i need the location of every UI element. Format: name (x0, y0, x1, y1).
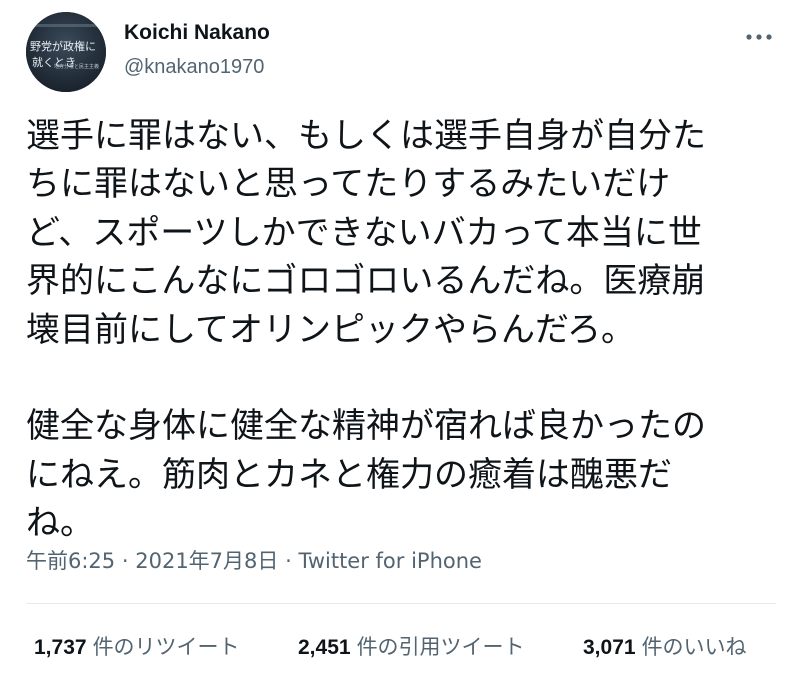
likes-label: 件のいいね (641, 635, 747, 659)
more-options-button[interactable] (744, 28, 774, 46)
meta-separator: · (285, 549, 292, 573)
quote-tweets-stat[interactable]: 2,451 件の引用ツイート (298, 630, 525, 665)
retweets-stat[interactable]: 1,737 件のリツイート (34, 630, 240, 665)
likes-count: 3,071 (583, 636, 636, 659)
avatar-subtitle: 地方分権と民主主義 (54, 63, 99, 70)
user-handle[interactable]: @knakano1970 (124, 52, 270, 82)
tweet-time-link[interactable]: 午前6:25 (26, 549, 115, 573)
meta-separator: · (121, 549, 129, 573)
author-info: Koichi Nakano @knakano1970 (124, 18, 270, 82)
avatar-image: 野党が政権に 就くとき 地方分権と民主主義 (26, 12, 106, 92)
tweet-source-link[interactable]: Twitter for iPhone (298, 549, 482, 573)
retweets-count: 1,737 (34, 636, 87, 659)
quote-tweets-count: 2,451 (298, 636, 351, 659)
tweet-metadata: 午前6:25 · 2021年7月8日 · Twitter for iPhone (26, 546, 482, 576)
avatar[interactable]: 野党が政権に 就くとき 地方分権と民主主義 (26, 12, 106, 92)
retweets-label: 件のリツイート (92, 635, 240, 659)
tweet-date-link[interactable]: 2021年7月8日 (135, 549, 278, 573)
display-name[interactable]: Koichi Nakano (124, 18, 270, 48)
avatar-title-line1: 野党が政権に (30, 39, 96, 53)
tweet-header: 野党が政権に 就くとき 地方分権と民主主義 Koichi Nakano @kna… (26, 12, 776, 92)
tweet: 野党が政権に 就くとき 地方分権と民主主義 Koichi Nakano @kna… (0, 0, 800, 684)
divider (26, 603, 776, 604)
tweet-stats: 1,737 件のリツイート 2,451 件の引用ツイート 3,071 件のいいね (0, 630, 800, 664)
more-horizontal-icon (746, 34, 772, 40)
likes-stat[interactable]: 3,071 件のいいね (583, 630, 747, 665)
tweet-text: 選手に罪はない、もしくは選手自身が自分た ちに罪はないと思ってたりするみたいだけ… (26, 116, 706, 544)
quote-tweets-label: 件の引用ツイート (356, 635, 525, 659)
